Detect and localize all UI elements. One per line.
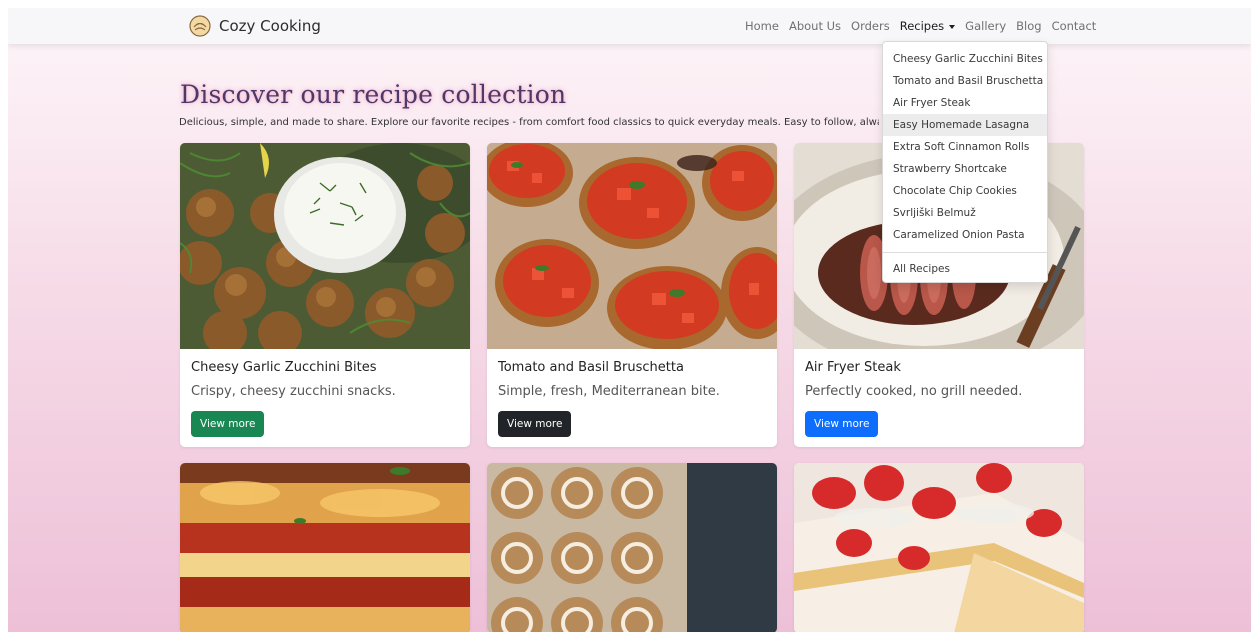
zucchini-bites-image — [180, 143, 470, 349]
bread-bun-icon — [189, 15, 211, 37]
page-subtitle: Delicious, simple, and made to share. Ex… — [179, 117, 879, 128]
nav-home[interactable]: Home — [740, 19, 784, 33]
nav-orders[interactable]: Orders — [846, 19, 895, 33]
nav-recipes-label: Recipes — [899, 19, 945, 33]
card-title: Tomato and Basil Bruschetta — [498, 360, 684, 375]
view-more-button[interactable]: View more — [191, 411, 265, 437]
view-more-button[interactable]: View more — [498, 411, 572, 437]
recipe-card-bruschetta: Tomato and Basil Bruschetta Simple, fres… — [487, 143, 777, 447]
dropdown-item[interactable]: Strawberry Shortcake — [883, 158, 1047, 180]
recipe-card-zucchini: Cheesy Garlic Zucchini Bites Crispy, che… — [180, 143, 470, 447]
strawberry-shortcake-photo — [794, 463, 1084, 632]
dropdown-item[interactable]: Cheesy Garlic Zucchini Bites — [883, 48, 1047, 70]
page: Cozy Cooking Home About Us Orders Recipe… — [8, 8, 1251, 632]
recipe-card-lasagna — [180, 463, 470, 632]
dropdown-divider — [883, 252, 1047, 253]
nav-gallery[interactable]: Gallery — [960, 19, 1011, 33]
view-more-button[interactable]: View more — [805, 411, 879, 437]
dropdown-item[interactable]: Svrljiški Belmuž — [883, 202, 1047, 224]
bruschetta-photo — [487, 143, 777, 349]
dropdown-all-recipes[interactable]: All Recipes — [883, 258, 1047, 280]
nav-contact[interactable]: Contact — [1047, 19, 1102, 33]
brand-name: Cozy Cooking — [219, 17, 321, 35]
card-text: Perfectly cooked, no grill needed. — [805, 384, 1023, 399]
nav-recipes[interactable]: Recipes — [895, 19, 960, 33]
caret-down-icon — [949, 24, 956, 29]
dropdown-item[interactable]: Chocolate Chip Cookies — [883, 180, 1047, 202]
zucchini-bites-photo — [180, 143, 470, 349]
card-text: Simple, fresh, Mediterranean bite. — [498, 384, 720, 399]
card-body: Cheesy Garlic Zucchini Bites Crispy, che… — [180, 349, 470, 447]
nav-about-us[interactable]: About Us — [784, 19, 846, 33]
navbar: Cozy Cooking Home About Us Orders Recipe… — [8, 8, 1251, 44]
dropdown-item[interactable]: Caramelized Onion Pasta — [883, 224, 1047, 246]
dropdown-item[interactable]: Air Fryer Steak — [883, 92, 1047, 114]
bruschetta-image — [487, 143, 777, 349]
card-body: Tomato and Basil Bruschetta Simple, fres… — [487, 349, 777, 447]
dropdown-item[interactable]: Tomato and Basil Bruschetta — [883, 70, 1047, 92]
brand-link[interactable]: Cozy Cooking — [189, 14, 321, 38]
dropdown-item[interactable]: Extra Soft Cinnamon Rolls — [883, 136, 1047, 158]
page-title: Discover our recipe collection — [180, 80, 567, 109]
lasagna-photo — [180, 463, 470, 632]
nav-links: Home About Us Orders Recipes Gallery Blo… — [740, 8, 1101, 44]
recipe-card-shortcake — [794, 463, 1084, 632]
card-text: Crispy, cheesy zucchini snacks. — [191, 384, 396, 399]
recipes-dropdown-menu: Cheesy Garlic Zucchini Bites Tomato and … — [882, 41, 1048, 283]
card-body: Air Fryer Steak Perfectly cooked, no gri… — [794, 349, 1084, 447]
card-title: Cheesy Garlic Zucchini Bites — [191, 360, 377, 375]
recipe-card-cinnamon-rolls — [487, 463, 777, 632]
dropdown-item-highlighted[interactable]: Easy Homemade Lasagna — [883, 114, 1047, 136]
cinnamon-rolls-photo — [487, 463, 777, 632]
card-title: Air Fryer Steak — [805, 360, 901, 375]
nav-blog[interactable]: Blog — [1011, 19, 1046, 33]
